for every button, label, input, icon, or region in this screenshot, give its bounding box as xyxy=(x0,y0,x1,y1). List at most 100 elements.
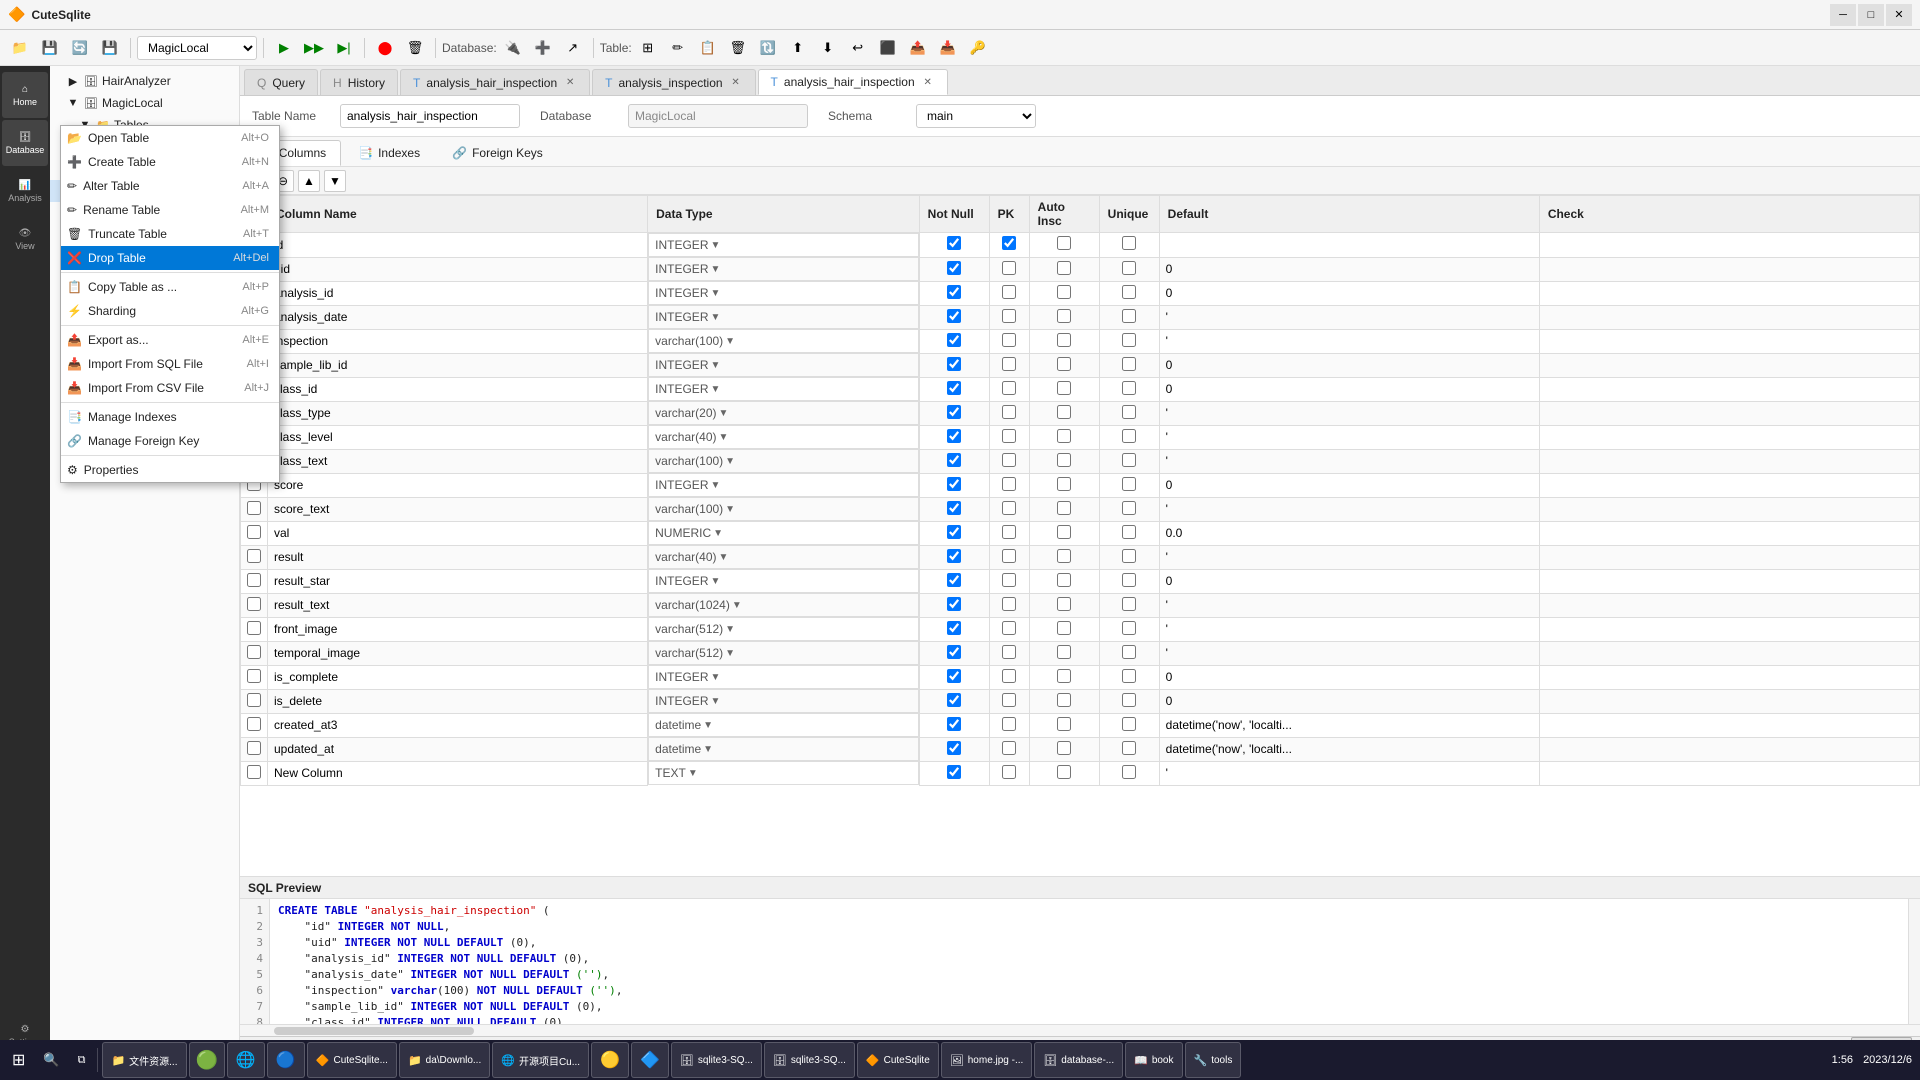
col-type-dropdown-18[interactable]: ▼ xyxy=(710,672,720,683)
tree-item-hairanalyzer[interactable]: ▶ 🗄 HairAnalyzer xyxy=(50,70,239,92)
col-notnull-cb-4[interactable] xyxy=(947,333,961,347)
col-default-input-22[interactable] xyxy=(1166,766,1533,780)
col-default-input-12[interactable] xyxy=(1166,526,1533,540)
col-type-dropdown-2[interactable]: ▼ xyxy=(710,288,720,299)
schema-select[interactable]: main xyxy=(916,104,1036,128)
toolbar-tbl-btn12[interactable]: 🔑 xyxy=(964,34,992,62)
col-type-dropdown-21[interactable]: ▼ xyxy=(703,744,713,755)
col-notnull-cb-12[interactable] xyxy=(947,525,961,539)
col-default-input-21[interactable] xyxy=(1166,742,1533,756)
col-pk-cb-22[interactable] xyxy=(1002,765,1016,779)
col-pk-cb-13[interactable] xyxy=(1002,549,1016,563)
col-pk-cb-19[interactable] xyxy=(1002,693,1016,707)
col-name-input-18[interactable] xyxy=(274,670,641,684)
col-unique-cb-17[interactable] xyxy=(1122,645,1136,659)
col-notnull-cb-2[interactable] xyxy=(947,285,961,299)
col-up-btn[interactable]: ▲ xyxy=(298,170,320,192)
tree-item-magiclocal[interactable]: ▼ 🗄 MagicLocal xyxy=(50,92,239,114)
sidebar-icon-view[interactable]: 👁 View xyxy=(2,216,48,262)
col-pk-cb-17[interactable] xyxy=(1002,645,1016,659)
cm-import-sql[interactable]: 📥 Import From SQL File Alt+I xyxy=(61,352,279,376)
col-check-input-9[interactable] xyxy=(1546,454,1913,468)
col-autoinc-cb-2[interactable] xyxy=(1057,285,1071,299)
col-check-input-17[interactable] xyxy=(1546,646,1913,660)
col-check-input-13[interactable] xyxy=(1546,550,1913,564)
col-unique-cb-2[interactable] xyxy=(1122,285,1136,299)
toolbar-run3[interactable]: ▶| xyxy=(330,34,358,62)
col-notnull-cb-22[interactable] xyxy=(947,765,961,779)
col-type-dropdown-0[interactable]: ▼ xyxy=(710,240,720,251)
row-select-cb-22[interactable] xyxy=(247,765,261,779)
row-select-cb-13[interactable] xyxy=(247,549,261,563)
toolbar-run[interactable]: ▶ xyxy=(270,34,298,62)
taskbar-app2[interactable]: 🟢 xyxy=(189,1042,225,1078)
col-unique-cb-8[interactable] xyxy=(1122,429,1136,443)
col-pk-cb-8[interactable] xyxy=(1002,429,1016,443)
col-autoinc-cb-4[interactable] xyxy=(1057,333,1071,347)
tab-analysis-inspection[interactable]: T analysis_inspection ✕ xyxy=(592,69,755,95)
col-default-input-3[interactable] xyxy=(1166,310,1533,324)
col-name-input-14[interactable] xyxy=(274,574,641,588)
col-unique-cb-21[interactable] xyxy=(1122,741,1136,755)
taskbar-cutesqlite-2[interactable]: 🔶 CuteSqlite xyxy=(857,1042,939,1078)
col-type-dropdown-5[interactable]: ▼ xyxy=(710,360,720,371)
col-unique-cb-1[interactable] xyxy=(1122,261,1136,275)
col-check-input-4[interactable] xyxy=(1546,334,1913,348)
col-pk-cb-12[interactable] xyxy=(1002,525,1016,539)
col-name-input-8[interactable] xyxy=(274,430,641,444)
col-notnull-cb-21[interactable] xyxy=(947,741,961,755)
col-default-input-7[interactable] xyxy=(1166,406,1533,420)
col-default-input-19[interactable] xyxy=(1166,694,1533,708)
col-check-input-16[interactable] xyxy=(1546,622,1913,636)
col-default-input-5[interactable] xyxy=(1166,358,1533,372)
col-name-input-2[interactable] xyxy=(274,286,641,300)
col-unique-cb-16[interactable] xyxy=(1122,621,1136,635)
row-select-cb-14[interactable] xyxy=(247,573,261,587)
taskbar-file-explorer[interactable]: 📁 文件资源... xyxy=(102,1042,186,1078)
col-default-input-8[interactable] xyxy=(1166,430,1533,444)
taskbar-app3[interactable]: 🔵 xyxy=(267,1042,305,1078)
col-name-input-4[interactable] xyxy=(274,334,641,348)
cm-import-csv[interactable]: 📥 Import From CSV File Alt+J xyxy=(61,376,279,400)
col-name-input-12[interactable] xyxy=(274,526,641,540)
toolbar-tbl-btn1[interactable]: ⊞ xyxy=(634,34,662,62)
tab-close-3[interactable]: ✕ xyxy=(921,75,935,89)
col-name-input-20[interactable] xyxy=(274,718,641,732)
col-name-input-13[interactable] xyxy=(274,550,641,564)
row-select-cb-21[interactable] xyxy=(247,741,261,755)
toolbar-tbl-btn5[interactable]: 🔃 xyxy=(754,34,782,62)
col-pk-cb-3[interactable] xyxy=(1002,309,1016,323)
col-name-input-16[interactable] xyxy=(274,622,641,636)
col-name-input-3[interactable] xyxy=(274,310,641,324)
col-autoinc-cb-22[interactable] xyxy=(1057,765,1071,779)
sidebar-icon-analysis[interactable]: 📊 Analysis xyxy=(2,168,48,214)
tab-query[interactable]: Q Query xyxy=(244,69,318,95)
col-pk-cb-21[interactable] xyxy=(1002,741,1016,755)
col-check-input-1[interactable] xyxy=(1546,262,1913,276)
col-notnull-cb-16[interactable] xyxy=(947,621,961,635)
cm-open-table[interactable]: 📂 Open Table Alt+O xyxy=(61,126,279,150)
col-notnull-cb-0[interactable] xyxy=(947,236,961,250)
col-check-input-20[interactable] xyxy=(1546,718,1913,732)
toolbar-tbl-btn3[interactable]: 📋 xyxy=(694,34,722,62)
col-name-input-10[interactable] xyxy=(274,478,641,492)
col-notnull-cb-10[interactable] xyxy=(947,477,961,491)
col-unique-cb-15[interactable] xyxy=(1122,597,1136,611)
taskbar-da-download[interactable]: 📁 da\Downlo... xyxy=(399,1042,490,1078)
row-select-cb-17[interactable] xyxy=(247,645,261,659)
col-name-input-9[interactable] xyxy=(274,454,641,468)
col-name-input-7[interactable] xyxy=(274,406,641,420)
taskbar-book[interactable]: 📖 book xyxy=(1125,1042,1182,1078)
col-autoinc-cb-20[interactable] xyxy=(1057,717,1071,731)
col-unique-cb-12[interactable] xyxy=(1122,525,1136,539)
col-check-input-19[interactable] xyxy=(1546,694,1913,708)
col-check-input-6[interactable] xyxy=(1546,382,1913,396)
col-notnull-cb-6[interactable] xyxy=(947,381,961,395)
col-autoinc-cb-8[interactable] xyxy=(1057,429,1071,443)
taskbar-database[interactable]: 🗄 database-... xyxy=(1034,1042,1123,1078)
col-default-input-13[interactable] xyxy=(1166,550,1533,564)
col-pk-cb-18[interactable] xyxy=(1002,669,1016,683)
col-type-dropdown-8[interactable]: ▼ xyxy=(719,432,729,443)
sidebar-icon-database[interactable]: 🗄 Database xyxy=(2,120,48,166)
taskbar-app4[interactable]: 🟡 xyxy=(591,1042,629,1078)
